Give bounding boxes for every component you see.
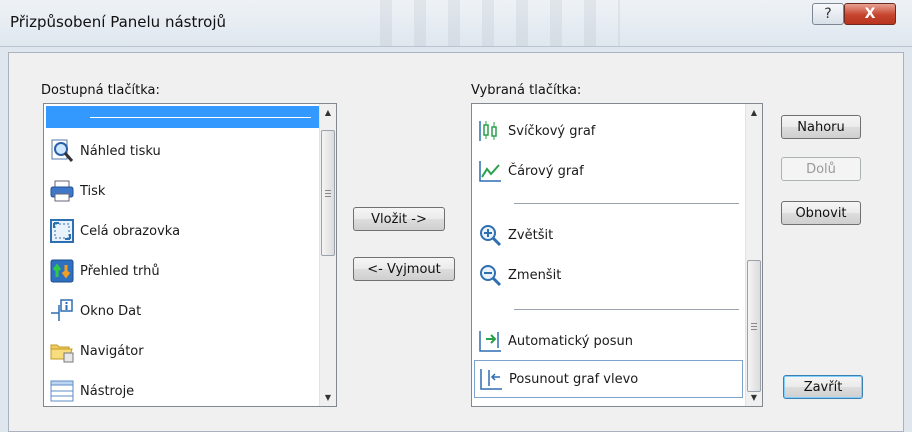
list-item-print-preview[interactable]: Náhled tisku (46, 132, 319, 170)
list-item-label: Navigátor (80, 343, 144, 359)
available-list-scrollbar[interactable]: ▲ ▼ (319, 104, 336, 406)
selected-buttons-label: Vybraná tlačítka: (471, 83, 582, 98)
printer-icon (50, 180, 74, 202)
list-item-label: Náhled tisku (80, 143, 161, 159)
reset-button[interactable]: Obnovit (781, 201, 861, 225)
list-item-label: Tisk (80, 183, 106, 199)
line-chart-icon (479, 161, 501, 182)
available-buttons-label: Dostupná tlačítka: (41, 83, 160, 98)
list-item-label: Automatický posun (508, 333, 634, 349)
insert-button[interactable]: Vložit -> (353, 207, 445, 231)
move-down-button[interactable]: Dolů (781, 157, 861, 181)
close-button[interactable]: Zavřít (783, 375, 863, 399)
list-item-zoom-out[interactable]: Zmenšit (474, 256, 745, 294)
zoom-out-icon (480, 265, 502, 287)
list-item-fullscreen[interactable]: Celá obrazovka (46, 212, 319, 250)
list-item-label: Celá obrazovka (80, 223, 181, 239)
window-title: Přizpůsobení Panelu nástrojů (10, 13, 227, 31)
scroll-up-arrow-icon[interactable]: ▲ (320, 104, 336, 121)
separator-line (514, 309, 739, 310)
list-item-label: Čárový graf (508, 163, 584, 179)
title-bar-background (380, 0, 620, 46)
scroll-down-arrow-icon[interactable]: ▼ (320, 389, 336, 406)
list-item-market-watch[interactable]: Přehled trhů (46, 252, 319, 290)
list-item-tools[interactable]: Nástroje (46, 372, 319, 406)
available-items: Náhled tisku Tisk Celá obrazovka Přehled… (44, 104, 319, 406)
remove-button[interactable]: <- Vyjmout (353, 257, 455, 281)
list-item-separator[interactable] (474, 192, 745, 214)
list-item-data-window[interactable]: Okno Dat (46, 292, 319, 330)
dialog-body: Dostupná tlačítka: Vybraná tlačítka: Náh… (8, 52, 904, 432)
separator-line (514, 203, 739, 204)
data-window-icon (51, 299, 73, 321)
available-buttons-list[interactable]: Náhled tisku Tisk Celá obrazovka Přehled… (43, 103, 337, 407)
list-item-auto-scroll[interactable]: Automatický posun (474, 322, 745, 360)
separator-line (90, 117, 311, 118)
list-item-zoom-in[interactable]: Zvětšit (474, 216, 745, 254)
chart-shift-icon (480, 369, 502, 390)
auto-scroll-icon (479, 331, 501, 352)
scrollbar-thumb[interactable] (321, 130, 335, 256)
candlestick-chart-icon (479, 121, 497, 141)
scroll-down-arrow-icon[interactable]: ▼ (746, 389, 762, 406)
list-item-label: Přehled trhů (80, 263, 160, 279)
help-button[interactable]: ? (812, 3, 844, 25)
move-up-button[interactable]: Nahoru (781, 115, 861, 139)
help-icon: ? (824, 6, 832, 22)
selected-list-scrollbar[interactable]: ▲ ▼ (745, 104, 762, 406)
selected-buttons-list[interactable]: Svíčkový graf Čárový graf Zvětšit Zmenši… (471, 103, 763, 407)
list-item-separator[interactable] (46, 106, 319, 128)
grip-icon (751, 322, 757, 330)
list-item-separator[interactable] (474, 298, 745, 320)
list-item-candlestick-chart[interactable]: Svíčkový graf (474, 112, 745, 150)
scrollbar-thumb[interactable] (747, 260, 761, 392)
navigator-folder-icon (50, 344, 74, 363)
selected-items: Svíčkový graf Čárový graf Zvětšit Zmenši… (472, 104, 745, 406)
zoom-in-icon (480, 225, 502, 247)
list-item-print[interactable]: Tisk (46, 172, 319, 210)
grip-icon (325, 189, 331, 197)
title-bar[interactable]: Přizpůsobení Panelu nástrojů ? X (0, 0, 912, 47)
close-window-button[interactable]: X (844, 3, 896, 25)
fullscreen-icon (50, 219, 74, 243)
close-icon: X (864, 6, 876, 22)
list-item-label: Nástroje (80, 383, 135, 399)
list-item-label: Zvětšit (508, 227, 554, 243)
list-item-label: Zmenšit (508, 267, 562, 283)
list-item-line-chart[interactable]: Čárový graf (474, 152, 745, 190)
scroll-up-arrow-icon[interactable]: ▲ (746, 104, 762, 121)
list-item-label: Okno Dat (80, 303, 142, 319)
list-item-navigator[interactable]: Navigátor (46, 332, 319, 370)
list-item-label: Posunout graf vlevo (509, 371, 639, 387)
tools-icon (50, 380, 74, 402)
list-item-chart-shift[interactable]: Posunout graf vlevo (474, 360, 743, 398)
print-preview-icon (51, 139, 74, 162)
market-watch-icon (50, 259, 74, 283)
list-item-label: Svíčkový graf (508, 123, 596, 139)
